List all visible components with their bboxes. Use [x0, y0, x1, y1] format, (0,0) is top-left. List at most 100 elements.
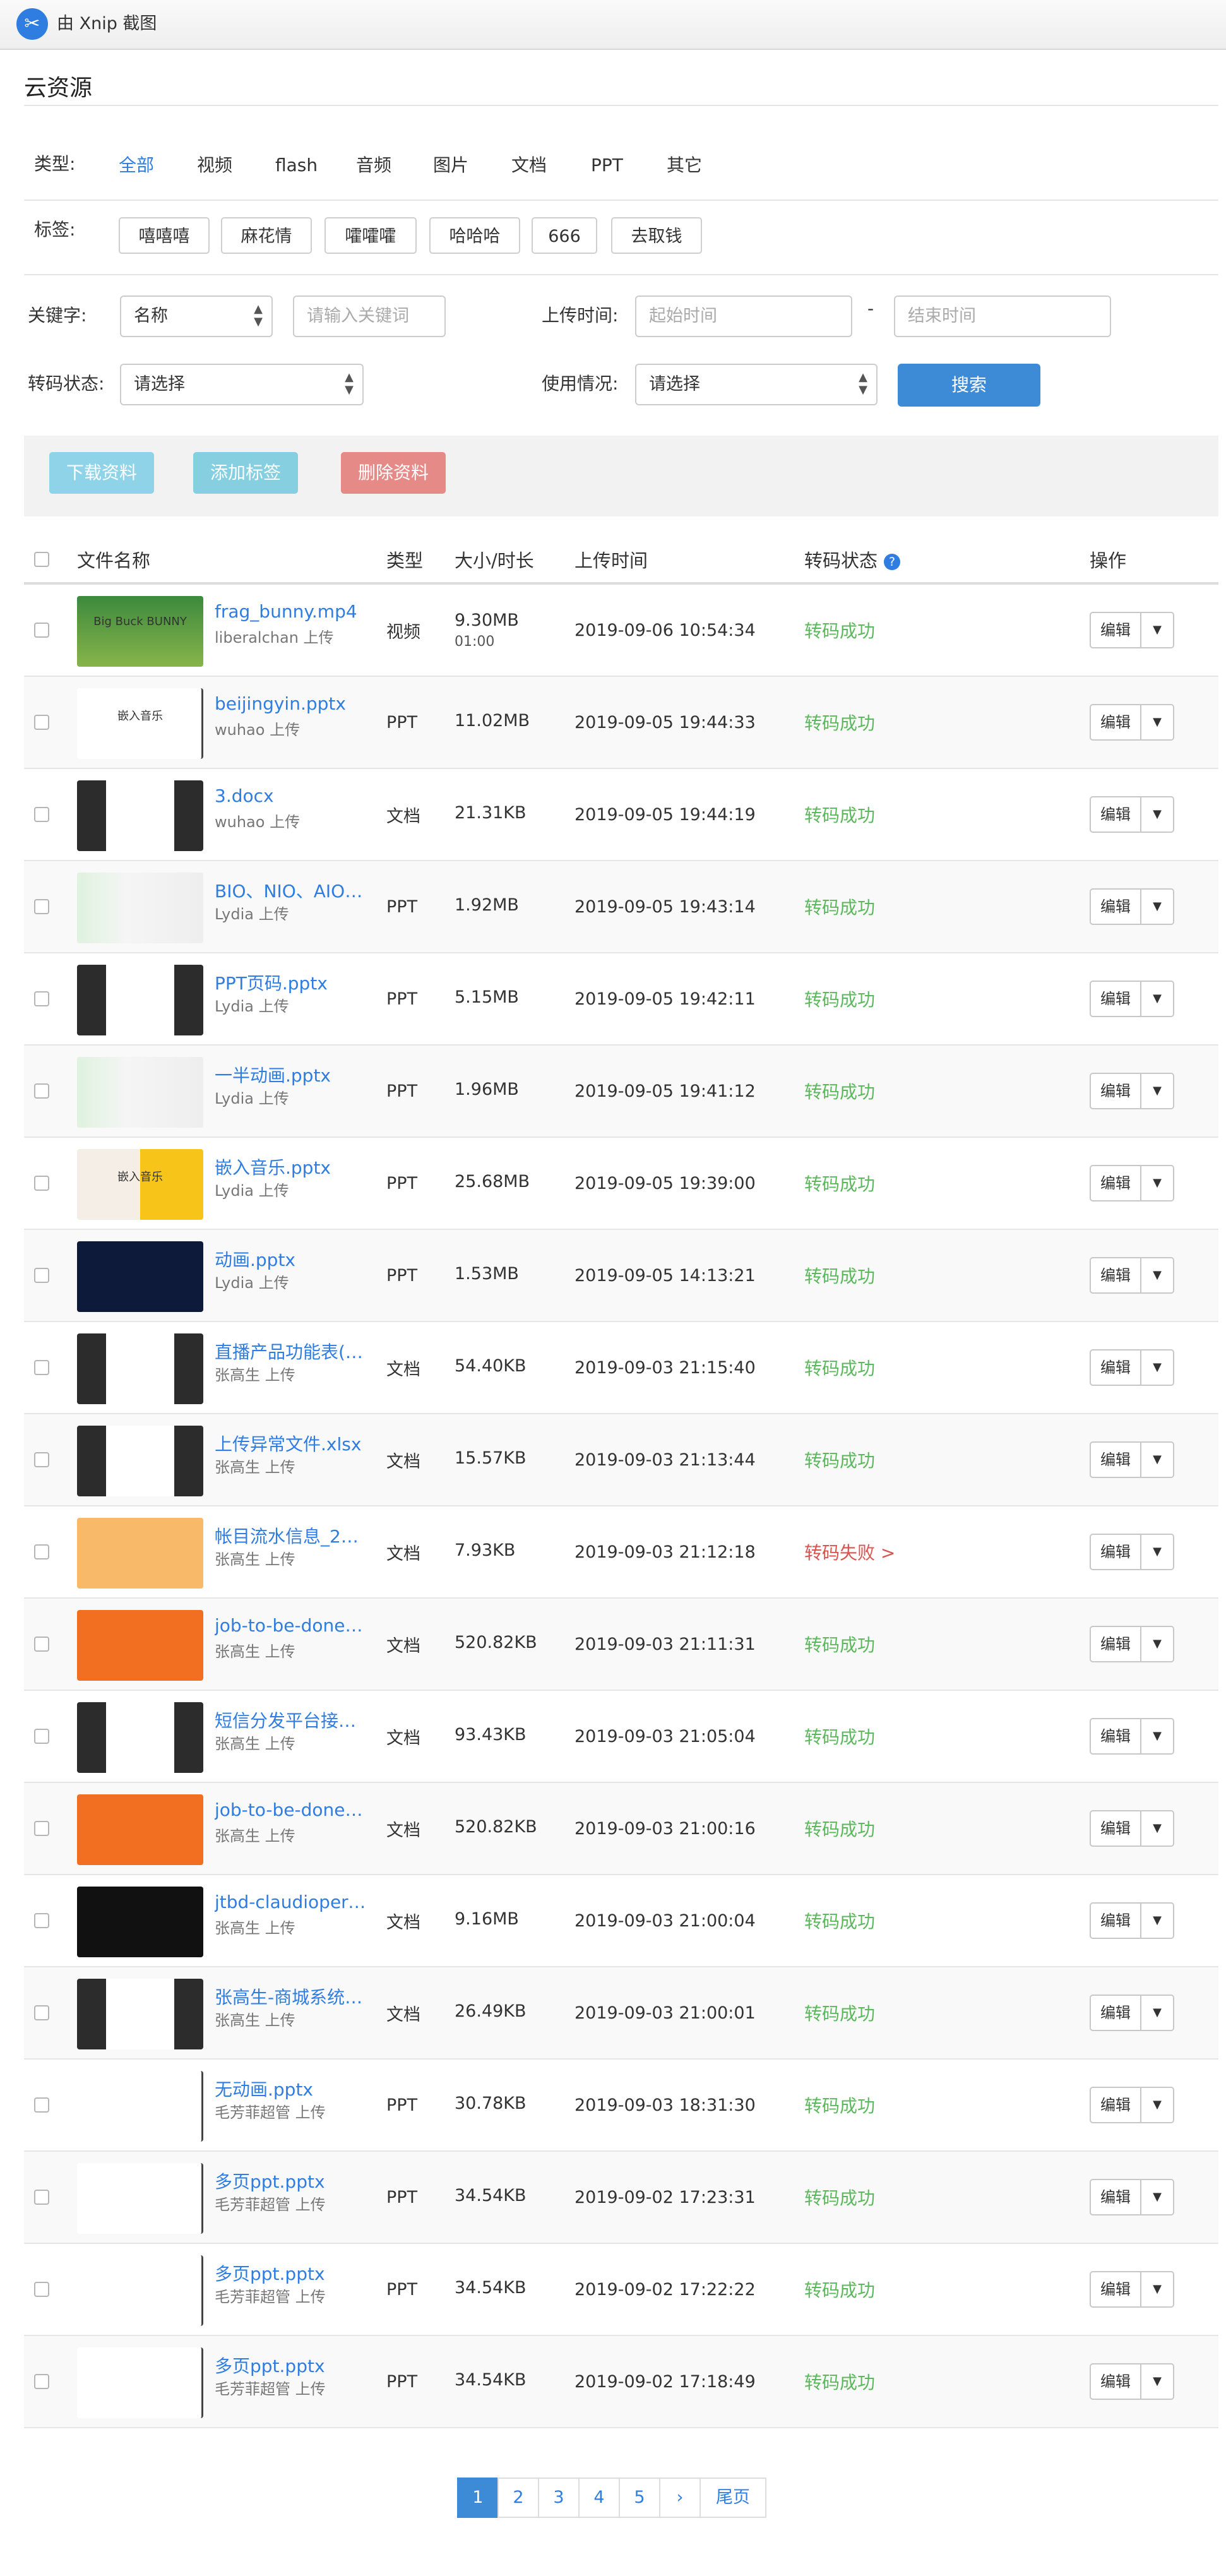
type-filter-ppt[interactable]: PPT — [591, 153, 623, 178]
tag-chip[interactable]: 麻花情 — [221, 217, 312, 254]
row-checkbox[interactable] — [34, 1544, 49, 1559]
caret-down-icon[interactable]: ▼ — [1141, 2179, 1174, 2215]
row-checkbox[interactable] — [34, 1821, 49, 1836]
edit-button[interactable]: 编辑 — [1090, 1902, 1141, 1939]
usage-select[interactable]: 请选择 ▲ ▼ — [635, 364, 878, 405]
file-thumbnail[interactable] — [77, 1979, 203, 2049]
tag-chip[interactable]: 去取钱 — [611, 217, 702, 254]
caret-down-icon[interactable]: ▼ — [1141, 704, 1174, 741]
file-name-link[interactable]: 多页ppt.pptx — [215, 2352, 366, 2378]
add-tag-button[interactable]: 添加标签 — [193, 452, 298, 494]
file-thumbnail[interactable] — [77, 873, 203, 943]
type-filter-all[interactable]: 全部 — [119, 153, 154, 178]
caret-down-icon[interactable]: ▼ — [1141, 1626, 1174, 1662]
edit-button[interactable]: 编辑 — [1090, 981, 1141, 1017]
file-name-link[interactable]: beijingyin.pptx — [215, 693, 366, 714]
caret-down-icon[interactable]: ▼ — [1141, 2271, 1174, 2308]
row-checkbox[interactable] — [34, 1913, 49, 1928]
file-thumbnail[interactable] — [77, 2255, 203, 2326]
caret-down-icon[interactable]: ▼ — [1141, 1995, 1174, 2031]
file-name-link[interactable]: job-to-be-done.… — [215, 1799, 366, 1820]
row-checkbox[interactable] — [34, 807, 49, 822]
row-checkbox[interactable] — [34, 1637, 49, 1652]
file-name-link[interactable]: 一半动画.pptx — [215, 1062, 366, 1087]
row-checkbox[interactable] — [34, 2097, 49, 2113]
next-page-button[interactable]: › — [659, 2478, 701, 2518]
caret-down-icon[interactable]: ▼ — [1141, 1718, 1174, 1755]
search-button[interactable]: 搜索 — [898, 364, 1040, 407]
caret-down-icon[interactable]: ▼ — [1141, 1257, 1174, 1294]
file-name-link[interactable]: 动画.pptx — [215, 1246, 366, 1272]
file-name-link[interactable]: 短信分发平台接… — [215, 1707, 366, 1732]
file-thumbnail[interactable]: Big Buck BUNNY — [77, 596, 203, 667]
edit-button[interactable]: 编辑 — [1090, 2179, 1141, 2215]
type-filter-video[interactable]: 视频 — [197, 153, 232, 178]
type-filter-document[interactable]: 文档 — [511, 153, 547, 178]
edit-button[interactable]: 编辑 — [1090, 2363, 1141, 2400]
page-3-button[interactable]: 3 — [538, 2478, 580, 2518]
file-thumbnail[interactable] — [77, 1057, 203, 1128]
edit-button[interactable]: 编辑 — [1090, 1441, 1141, 1478]
edit-button[interactable]: 编辑 — [1090, 1165, 1141, 1202]
file-name-link[interactable]: frag_bunny.mp4 — [215, 601, 366, 622]
file-name-link[interactable]: 帐目流水信息_2… — [215, 1523, 366, 1548]
caret-down-icon[interactable]: ▼ — [1141, 1073, 1174, 1109]
page-2-button[interactable]: 2 — [497, 2478, 539, 2518]
type-filter-image[interactable]: 图片 — [433, 153, 468, 178]
type-filter-flash[interactable]: flash — [275, 153, 318, 178]
edit-button[interactable]: 编辑 — [1090, 1349, 1141, 1386]
page-1-button[interactable]: 1 — [457, 2478, 499, 2518]
row-checkbox[interactable] — [34, 991, 49, 1006]
file-thumbnail[interactable]: 嵌入音乐 — [77, 688, 203, 759]
file-thumbnail[interactable] — [77, 1333, 203, 1404]
file-name-link[interactable]: PPT页码.pptx — [215, 970, 366, 995]
file-thumbnail[interactable] — [77, 1610, 203, 1681]
file-thumbnail[interactable] — [77, 2347, 203, 2418]
caret-down-icon[interactable]: ▼ — [1141, 1441, 1174, 1478]
file-thumbnail[interactable] — [77, 1794, 203, 1865]
row-checkbox[interactable] — [34, 2282, 49, 2297]
file-thumbnail[interactable] — [77, 965, 203, 1035]
tag-chip[interactable]: 嚯嚯嚯 — [324, 217, 417, 254]
row-checkbox[interactable] — [34, 2190, 49, 2205]
caret-down-icon[interactable]: ▼ — [1141, 1810, 1174, 1847]
file-name-link[interactable]: 直播产品功能表(… — [215, 1339, 366, 1364]
edit-button[interactable]: 编辑 — [1090, 2271, 1141, 2308]
row-checkbox[interactable] — [34, 623, 49, 638]
keyword-input[interactable]: 请输入关键词 — [293, 295, 446, 337]
edit-button[interactable]: 编辑 — [1090, 2087, 1141, 2123]
download-button[interactable]: 下载资料 — [49, 452, 154, 494]
caret-down-icon[interactable]: ▼ — [1141, 1349, 1174, 1386]
row-checkbox[interactable] — [34, 1083, 49, 1099]
tag-chip[interactable]: 666 — [532, 217, 597, 254]
select-all-checkbox[interactable] — [34, 552, 49, 567]
caret-down-icon[interactable]: ▼ — [1141, 2363, 1174, 2400]
caret-down-icon[interactable]: ▼ — [1141, 796, 1174, 833]
caret-down-icon[interactable]: ▼ — [1141, 981, 1174, 1017]
edit-button[interactable]: 编辑 — [1090, 1718, 1141, 1755]
file-thumbnail[interactable] — [77, 2071, 203, 2142]
file-name-link[interactable]: job-to-be-done.… — [215, 1615, 366, 1636]
file-name-link[interactable]: 多页ppt.pptx — [215, 2168, 366, 2193]
edit-button[interactable]: 编辑 — [1090, 796, 1141, 833]
edit-button[interactable]: 编辑 — [1090, 1810, 1141, 1847]
file-name-link[interactable]: 多页ppt.pptx — [215, 2260, 366, 2286]
end-time-input[interactable]: 结束时间 — [894, 295, 1111, 337]
row-checkbox[interactable] — [34, 899, 49, 914]
transcode-status-select[interactable]: 请选择 ▲ ▼ — [120, 364, 364, 405]
help-icon[interactable]: ? — [884, 554, 901, 570]
type-filter-audio[interactable]: 音频 — [356, 153, 391, 178]
edit-button[interactable]: 编辑 — [1090, 1534, 1141, 1570]
file-thumbnail[interactable] — [77, 780, 203, 851]
file-thumbnail[interactable] — [77, 1241, 203, 1312]
row-checkbox[interactable] — [34, 1176, 49, 1191]
keyword-type-select[interactable]: 名称 ▲ ▼ — [120, 295, 273, 337]
type-filter-other[interactable]: 其它 — [667, 153, 702, 178]
caret-down-icon[interactable]: ▼ — [1141, 1165, 1174, 1202]
last-page-button[interactable]: 尾页 — [699, 2478, 766, 2518]
file-thumbnail[interactable] — [77, 2163, 203, 2234]
row-checkbox[interactable] — [34, 1452, 49, 1467]
tag-chip[interactable]: 嘻嘻嘻 — [119, 217, 210, 254]
row-checkbox[interactable] — [34, 2005, 49, 2020]
file-name-link[interactable]: 嵌入音乐.pptx — [215, 1154, 366, 1179]
